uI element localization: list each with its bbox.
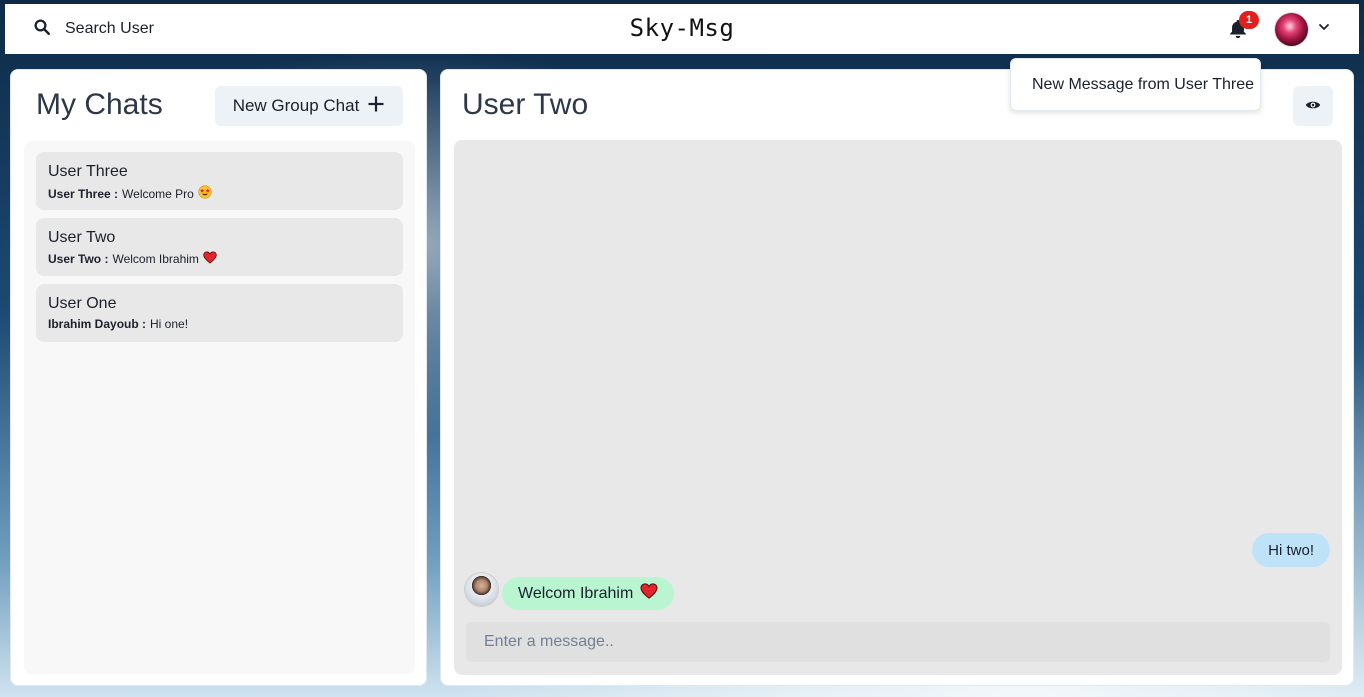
my-chats-title: My Chats	[36, 88, 163, 121]
message-area: Hi two! Welcom Ibrahim	[454, 140, 1342, 675]
star-struck-emoji-icon	[198, 185, 212, 202]
search-user-label: Search User	[65, 20, 154, 37]
message-text: Welcom Ibrahim	[518, 584, 634, 602]
notification-count-badge: 1	[1239, 11, 1259, 29]
chat-preview-sender: Ibrahim Dayoub :	[48, 317, 147, 331]
chat-preview: Ibrahim Dayoub : Hi one!	[48, 317, 391, 331]
bell-icon	[1227, 19, 1249, 44]
chat-preview: User Two : Welcom Ibrahim	[48, 251, 391, 267]
notification-menu-item[interactable]: New Message from User Three	[1010, 58, 1261, 111]
chat-preview-sender: User Two :	[48, 252, 109, 266]
search-icon	[33, 18, 51, 41]
app-title: Sky-Msg	[629, 14, 735, 42]
new-group-chat-button[interactable]: New Group Chat	[215, 86, 403, 126]
chat-list-item[interactable]: User One Ibrahim Dayoub : Hi one!	[36, 284, 403, 342]
red-heart-emoji-icon	[203, 251, 217, 267]
notifications-button[interactable]: 1	[1227, 11, 1259, 44]
chat-preview-text: Welcom Ibrahim	[112, 252, 199, 266]
view-profile-button[interactable]	[1293, 86, 1333, 126]
message-input[interactable]	[466, 622, 1330, 662]
chat-list-item[interactable]: User Three User Three : Welcome Pro	[36, 152, 403, 210]
chat-name: User Three	[48, 163, 128, 180]
eye-icon	[1305, 97, 1321, 116]
chat-list: User Three User Three : Welcome Pro User…	[24, 141, 415, 674]
chat-name: User Two	[48, 229, 116, 246]
sender-avatar[interactable]	[465, 573, 498, 606]
conversation-title: User Two	[462, 88, 589, 121]
message-text: Hi two!	[1268, 541, 1314, 559]
red-heart-emoji-icon	[640, 583, 658, 604]
chat-name: User One	[48, 295, 117, 312]
top-bar: Search User Sky-Msg 1	[5, 4, 1359, 54]
my-chats-panel: My Chats New Group Chat User Three User …	[10, 69, 427, 686]
chat-list-item[interactable]: User Two User Two : Welcom Ibrahim	[36, 218, 403, 276]
chat-preview-text: Welcome Pro	[122, 186, 194, 201]
chat-preview-sender: User Three :	[48, 186, 119, 201]
received-message-bubble: Welcom Ibrahim	[502, 577, 675, 610]
plus-icon	[367, 95, 385, 118]
new-group-chat-label: New Group Chat	[232, 96, 360, 115]
sent-message-bubble: Hi two!	[1252, 533, 1330, 567]
profile-menu-button[interactable]	[1275, 12, 1330, 46]
avatar	[1275, 12, 1308, 46]
chat-preview: User Three : Welcome Pro	[48, 185, 391, 202]
chevron-down-icon	[1318, 20, 1330, 38]
conversation-panel: User Two Hi two! Welcom Ibrahim	[440, 69, 1354, 686]
chat-preview-text: Hi one!	[150, 317, 189, 331]
search-user-button[interactable]: Search User	[25, 12, 162, 46]
